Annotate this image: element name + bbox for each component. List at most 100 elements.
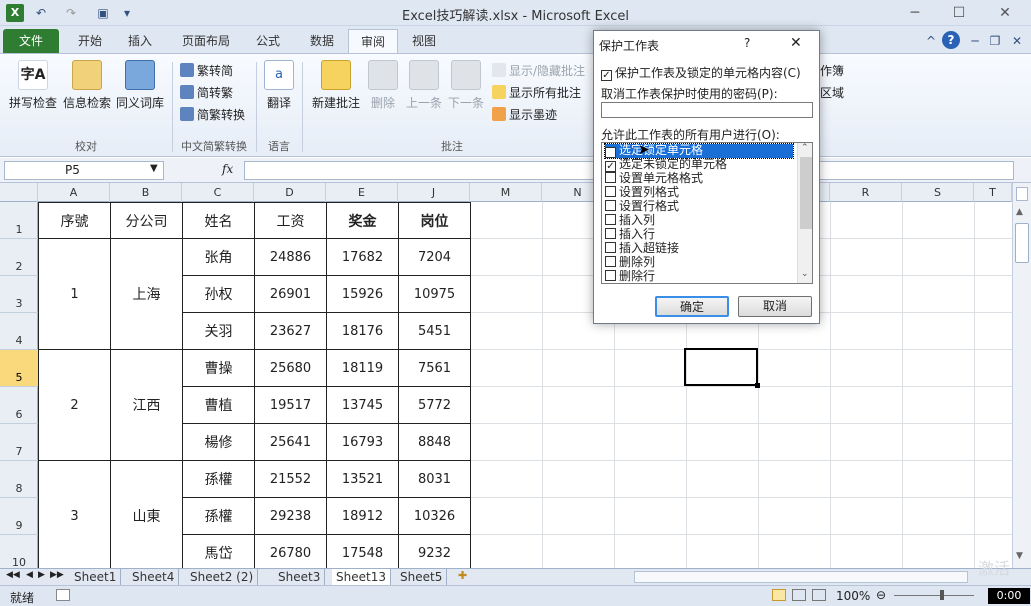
permission-item[interactable]: 设置单元格格式: [605, 172, 793, 186]
show-hide-comment-button[interactable]: 显示/隐藏批注: [492, 62, 585, 79]
zoom-slider-thumb[interactable]: [940, 590, 944, 600]
show-ink-button[interactable]: 显示墨迹: [492, 106, 557, 123]
header-cell[interactable]: 序號: [38, 202, 111, 239]
group-number-cell[interactable]: 3: [38, 460, 111, 568]
password-input[interactable]: [601, 102, 813, 118]
row-header[interactable]: 7: [0, 424, 38, 461]
permission-item[interactable]: 插入列: [605, 214, 793, 228]
chinese-convert-button[interactable]: 简繁转换: [180, 106, 245, 123]
name-cell[interactable]: 张角: [182, 238, 255, 276]
column-header[interactable]: S: [902, 183, 974, 202]
workbook-close-icon[interactable]: ✕: [1008, 32, 1026, 50]
name-cell[interactable]: 曹操: [182, 349, 255, 387]
position-cell[interactable]: 7204: [398, 238, 471, 276]
row-header[interactable]: 1: [0, 202, 38, 239]
workbook-minimize-icon[interactable]: ─: [966, 32, 984, 50]
column-header[interactable]: C: [182, 183, 254, 202]
research-button[interactable]: 信息检索: [62, 60, 112, 111]
next-sheet-icon[interactable]: ▶: [38, 570, 45, 580]
salary-cell[interactable]: 26780: [254, 534, 327, 568]
position-cell[interactable]: 8848: [398, 423, 471, 461]
group-number-cell[interactable]: 1: [38, 238, 111, 350]
row-header[interactable]: 2: [0, 239, 38, 276]
ribbon-minimize-icon[interactable]: ^: [922, 32, 940, 50]
help-icon[interactable]: ?: [942, 31, 960, 49]
permission-checkbox[interactable]: [605, 242, 616, 253]
bonus-cell[interactable]: 13745: [326, 386, 399, 424]
permission-item[interactable]: 设置列格式: [605, 186, 793, 200]
permission-checkbox[interactable]: ✓: [605, 161, 616, 172]
group-number-cell[interactable]: 2: [38, 349, 111, 461]
bonus-cell[interactable]: 15926: [326, 275, 399, 313]
tab-review[interactable]: 审阅: [348, 29, 398, 53]
header-cell[interactable]: 姓名: [182, 202, 255, 239]
tab-page-layout[interactable]: 页面布局: [174, 29, 238, 53]
permission-checkbox[interactable]: [605, 200, 616, 211]
protect-checkbox-row[interactable]: ✓ 保护工作表及锁定的单元格内容(C): [601, 64, 801, 81]
list-scroll-thumb[interactable]: [800, 157, 812, 229]
position-cell[interactable]: 5772: [398, 386, 471, 424]
sheet-tab[interactable]: Sheet2 (2): [186, 569, 259, 585]
header-cell[interactable]: 岗位: [398, 202, 471, 239]
minimize-button[interactable]: ─: [900, 2, 930, 24]
permission-item[interactable]: 插入超链接: [605, 242, 793, 256]
sheet-tab[interactable]: Sheet5: [396, 569, 448, 585]
header-cell[interactable]: 奖金: [326, 202, 399, 239]
protect-workbook-partial[interactable]: 作簿: [820, 62, 844, 79]
zoom-level[interactable]: 100%: [836, 589, 870, 603]
permission-item[interactable]: 设置行格式: [605, 200, 793, 214]
column-header[interactable]: T: [974, 183, 1012, 202]
last-sheet-icon[interactable]: ▶▶: [50, 570, 64, 580]
bonus-cell[interactable]: 16793: [326, 423, 399, 461]
salary-cell[interactable]: 19517: [254, 386, 327, 424]
permission-checkbox[interactable]: [605, 256, 616, 267]
permission-checkbox[interactable]: [605, 186, 616, 197]
allow-edit-ranges-partial[interactable]: 区域: [820, 84, 844, 101]
normal-view-icon[interactable]: [772, 589, 786, 601]
header-cell[interactable]: 工资: [254, 202, 327, 239]
salary-cell[interactable]: 25641: [254, 423, 327, 461]
translate-button[interactable]: a 翻译: [262, 60, 296, 111]
insert-sheet-icon[interactable]: ✚: [458, 569, 467, 582]
permission-item[interactable]: 插入行: [605, 228, 793, 242]
fill-handle[interactable]: [755, 383, 760, 388]
first-sheet-icon[interactable]: ◀◀: [6, 570, 20, 580]
cancel-button[interactable]: 取消: [738, 296, 812, 317]
row-header[interactable]: 5: [0, 350, 38, 387]
trad-to-simp-button[interactable]: 繁转简: [180, 62, 233, 79]
row-header[interactable]: 8: [0, 461, 38, 498]
workbook-restore-icon[interactable]: ❐: [986, 32, 1004, 50]
permission-list[interactable]: ✓ 选定锁定单元格 ✓ 选定未锁定的单元格 设置单元格格式 设置列格式 设置行格式 …: [601, 142, 813, 284]
row-header[interactable]: 9: [0, 498, 38, 535]
delete-comment-button[interactable]: 删除: [366, 60, 400, 111]
maximize-button[interactable]: ☐: [944, 2, 974, 24]
vertical-scrollbar[interactable]: ▲ ▼: [1012, 183, 1031, 568]
column-header[interactable]: D: [254, 183, 326, 202]
insert-function-icon[interactable]: fx: [222, 162, 233, 176]
permission-item[interactable]: 删除行: [605, 270, 793, 283]
page-break-view-icon[interactable]: [812, 589, 826, 601]
new-comment-button[interactable]: 新建批注: [308, 60, 364, 111]
show-all-comments-button[interactable]: 显示所有批注: [492, 84, 581, 101]
row-header[interactable]: 10: [0, 535, 38, 572]
salary-cell[interactable]: 25680: [254, 349, 327, 387]
active-cell-p5[interactable]: [684, 348, 760, 388]
bonus-cell[interactable]: 13521: [326, 460, 399, 498]
column-header[interactable]: B: [110, 183, 182, 202]
permission-item[interactable]: 删除列: [605, 256, 793, 270]
tab-view[interactable]: 视图: [404, 29, 444, 53]
row-header[interactable]: 3: [0, 276, 38, 313]
ok-button[interactable]: 确定: [655, 296, 729, 317]
list-scroll-up-icon[interactable]: ⌃: [801, 143, 809, 153]
bonus-cell[interactable]: 17682: [326, 238, 399, 276]
name-cell[interactable]: 曹植: [182, 386, 255, 424]
column-header[interactable]: A: [38, 183, 110, 202]
row-header[interactable]: 6: [0, 387, 38, 424]
previous-comment-button[interactable]: 上一条: [404, 60, 444, 111]
zoom-slider[interactable]: [894, 595, 974, 596]
scroll-thumb[interactable]: [1015, 223, 1029, 263]
protect-checkbox[interactable]: ✓: [601, 70, 612, 81]
position-cell[interactable]: 8031: [398, 460, 471, 498]
tab-data[interactable]: 数据: [302, 29, 342, 53]
name-box-dropdown-icon[interactable]: ▼: [150, 163, 158, 174]
